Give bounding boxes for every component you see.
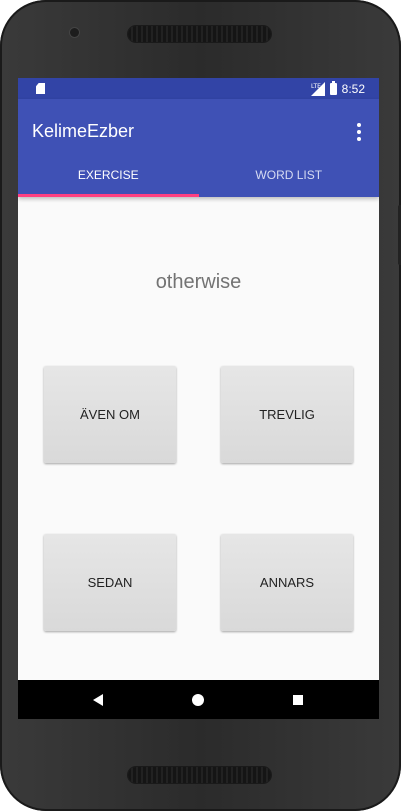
app-title: KelimeEzber bbox=[32, 121, 135, 141]
answer-button-3[interactable]: SEDAN bbox=[44, 534, 176, 631]
battery-icon bbox=[329, 80, 337, 95]
back-icon[interactable] bbox=[93, 694, 103, 706]
screen: LTE 8:52 KelimeEzber EXERCISE WORD LIST … bbox=[18, 78, 379, 719]
tab-exercise[interactable]: EXERCISE bbox=[18, 156, 199, 197]
home-icon[interactable] bbox=[192, 694, 204, 706]
answer-button-4[interactable]: ANNARS bbox=[221, 534, 353, 631]
tab-word-list[interactable]: WORD LIST bbox=[199, 156, 380, 197]
status-icons: LTE 8:52 bbox=[310, 80, 365, 97]
status-time: 8:52 bbox=[341, 81, 365, 96]
front-camera bbox=[70, 28, 79, 37]
status-bar: LTE 8:52 bbox=[18, 78, 379, 99]
more-vert-icon[interactable] bbox=[351, 123, 367, 141]
svg-text:LTE: LTE bbox=[311, 83, 321, 90]
answer-button-2[interactable]: TREVLIG bbox=[221, 366, 353, 463]
exercise-word: otherwise bbox=[155, 271, 242, 293]
navigation-bar bbox=[18, 680, 379, 719]
lte-signal-icon: LTE bbox=[310, 81, 325, 96]
phone-frame: LTE 8:52 KelimeEzber EXERCISE WORD LIST … bbox=[0, 0, 401, 811]
recents-icon[interactable] bbox=[293, 695, 303, 705]
answer-button-1[interactable]: ÄVEN OM bbox=[44, 366, 176, 463]
bottom-speaker bbox=[128, 767, 271, 783]
earpiece-speaker bbox=[128, 26, 271, 42]
app-bar: KelimeEzber EXERCISE WORD LIST bbox=[18, 99, 379, 197]
tab-bar: EXERCISE WORD LIST bbox=[18, 156, 379, 197]
sim-card-icon bbox=[36, 83, 45, 94]
